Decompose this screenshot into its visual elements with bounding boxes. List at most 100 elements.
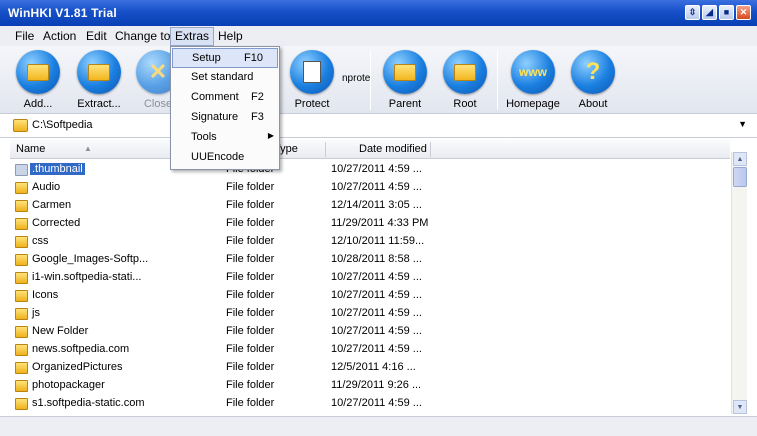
file-name: New Folder [32, 325, 89, 337]
chevron-down-icon[interactable]: ▼ [738, 119, 747, 129]
file-type: File folder [226, 343, 275, 355]
file-list: .thumbnailFile folder10/27/2011 4:59 ...… [10, 161, 730, 414]
table-row[interactable]: s1.softpedia-static.com File folder 10/27/… [10, 395, 730, 413]
table-row[interactable]: photopackager File folder 11/29/2011 9:26 … [10, 377, 730, 395]
table-row[interactable]: Google_Images-Softp... File folder 10/28/2… [10, 251, 730, 269]
table-row[interactable]: i1-win.softpedia-stati... File folder 10/2… [10, 269, 730, 287]
add-button[interactable]: Add... [6, 50, 70, 110]
parent-folder-icon [383, 50, 427, 94]
file-name: Google_Images-Softp... [32, 253, 149, 265]
table-row[interactable]: Icons File folder 10/27/2011 4:59 ... [10, 287, 730, 305]
menu-item-set-standard[interactable]: Set standard [172, 68, 278, 88]
table-row[interactable]: New Folder File folder 10/27/2011 4:59 ... [10, 323, 730, 341]
toolbar-separator [370, 50, 371, 110]
column-divider[interactable] [430, 142, 431, 157]
menu-item-shortcut: F2 [251, 91, 264, 103]
column-divider[interactable] [325, 142, 326, 157]
vertical-scrollbar[interactable]: ▲ ▼ [731, 152, 747, 414]
file-type: File folder [226, 235, 275, 247]
minimize-button[interactable]: ◢ [702, 5, 717, 20]
menu-edit[interactable]: Edit [86, 29, 107, 43]
menu-file[interactable]: File [15, 29, 34, 43]
menu-item-setup[interactable]: Setup F10 [172, 48, 278, 68]
about-button[interactable]: ? About [561, 50, 625, 110]
folder-icon [15, 308, 28, 320]
extras-dropdown-menu: Setup F10 Set standard Comment F2 Signat… [170, 46, 280, 170]
menu-item-uuencode[interactable]: UUEncode [172, 148, 278, 168]
column-name[interactable]: Name [16, 143, 45, 155]
protect-button[interactable]: Protect [280, 50, 344, 110]
maximize-button[interactable]: ■ [719, 5, 734, 20]
file-date: 10/27/2011 4:59 ... [331, 271, 422, 283]
window-title: WinHKI V1.81 Trial [8, 6, 117, 20]
folder-icon [15, 290, 28, 302]
add-icon [16, 50, 60, 94]
root-button[interactable]: Root [433, 50, 497, 110]
extract-icon [77, 50, 121, 94]
file-date: 10/28/2011 8:58 ... [331, 253, 422, 265]
restore-up-button[interactable]: ⇳ [685, 5, 700, 20]
file-type: File folder [226, 181, 275, 193]
file-date: 11/29/2011 4:33 PM [331, 217, 429, 229]
file-name: Carmen [32, 199, 72, 211]
file-date: 10/27/2011 4:59 ... [331, 397, 422, 409]
folder-icon [15, 344, 28, 356]
window-controls: ⇳ ◢ ■ ✕ [685, 5, 751, 20]
toolbar-separator [497, 50, 498, 110]
extract-button[interactable]: Extract... [67, 50, 131, 110]
scroll-thumb[interactable] [733, 167, 747, 187]
folder-icon [15, 326, 28, 338]
folder-icon [15, 218, 28, 230]
menu-help[interactable]: Help [218, 29, 243, 43]
table-row[interactable]: Carmen File folder 12/14/2011 3:05 ... [10, 197, 730, 215]
file-name: js [32, 307, 40, 319]
table-row[interactable]: OrganizedPictures File folder 12/5/2011 4:… [10, 359, 730, 377]
file-name: Icons [32, 289, 59, 301]
close-button[interactable]: ✕ [736, 5, 751, 20]
menu-change-to[interactable]: Change to [115, 29, 170, 43]
path-combobox[interactable]: C:\Softpedia ▼ [0, 114, 757, 138]
file-name: Corrected [32, 217, 81, 229]
file-date: 10/27/2011 4:59 ... [331, 325, 422, 337]
file-date: 10/27/2011 4:59 ... [331, 343, 422, 355]
table-row[interactable]: Corrected File folder 11/29/2011 4:33 PM [10, 215, 730, 233]
about-label: About [578, 98, 608, 110]
menu-item-comment[interactable]: Comment F2 [172, 88, 278, 108]
table-row[interactable]: js File folder 10/27/2011 4:59 ... [10, 305, 730, 323]
list-header: Name ▲ Type Date modified [10, 140, 730, 159]
scroll-down-button[interactable]: ▼ [733, 400, 747, 414]
document-icon [290, 50, 334, 94]
folder-icon [15, 182, 28, 194]
menu-item-label: Setup [192, 52, 221, 64]
file-date: 10/27/2011 4:59 ... [331, 181, 422, 193]
parent-button[interactable]: Parent [373, 50, 437, 110]
menu-item-tools[interactable]: Tools ▶ [172, 128, 278, 148]
folder-icon [13, 119, 28, 132]
menu-item-label: UUEncode [191, 151, 245, 163]
menu-item-signature[interactable]: Signature F3 [172, 108, 278, 128]
table-row[interactable]: .thumbnailFile folder10/27/2011 4:59 ... [10, 161, 730, 179]
sort-up-icon: ▲ [84, 144, 92, 153]
folder-shape [454, 63, 476, 81]
file-date: 10/27/2011 4:59 ... [331, 307, 422, 319]
table-row[interactable]: news.softpedia.com File folder 10/27/2011 … [10, 341, 730, 359]
file-date: 10/27/2011 4:59 ... [331, 163, 422, 175]
table-row[interactable]: css File folder 12/10/2011 11:59... [10, 233, 730, 251]
file-type: File folder [226, 253, 275, 265]
file-type: File folder [226, 379, 275, 391]
homepage-button[interactable]: www Homepage [501, 50, 565, 110]
file-type: File folder [226, 289, 275, 301]
table-row[interactable]: Audio File folder 10/27/2011 4:59 ... [10, 179, 730, 197]
file-date: 12/14/2011 3:05 ... [331, 199, 422, 211]
file-name: css [32, 235, 49, 247]
menu-action[interactable]: Action [43, 29, 76, 43]
folder-icon [15, 200, 28, 212]
column-date-modified[interactable]: Date modified [359, 143, 427, 155]
toolbar: Add... Extract... ✕ Close nprote Protect… [0, 46, 757, 114]
scroll-up-button[interactable]: ▲ [733, 152, 747, 166]
menu-extras[interactable]: Extras [170, 27, 215, 46]
root-label: Root [453, 98, 477, 110]
menu-item-label: Set standard [191, 71, 254, 83]
add-label: Add... [23, 98, 53, 110]
parent-label: Parent [388, 98, 422, 110]
